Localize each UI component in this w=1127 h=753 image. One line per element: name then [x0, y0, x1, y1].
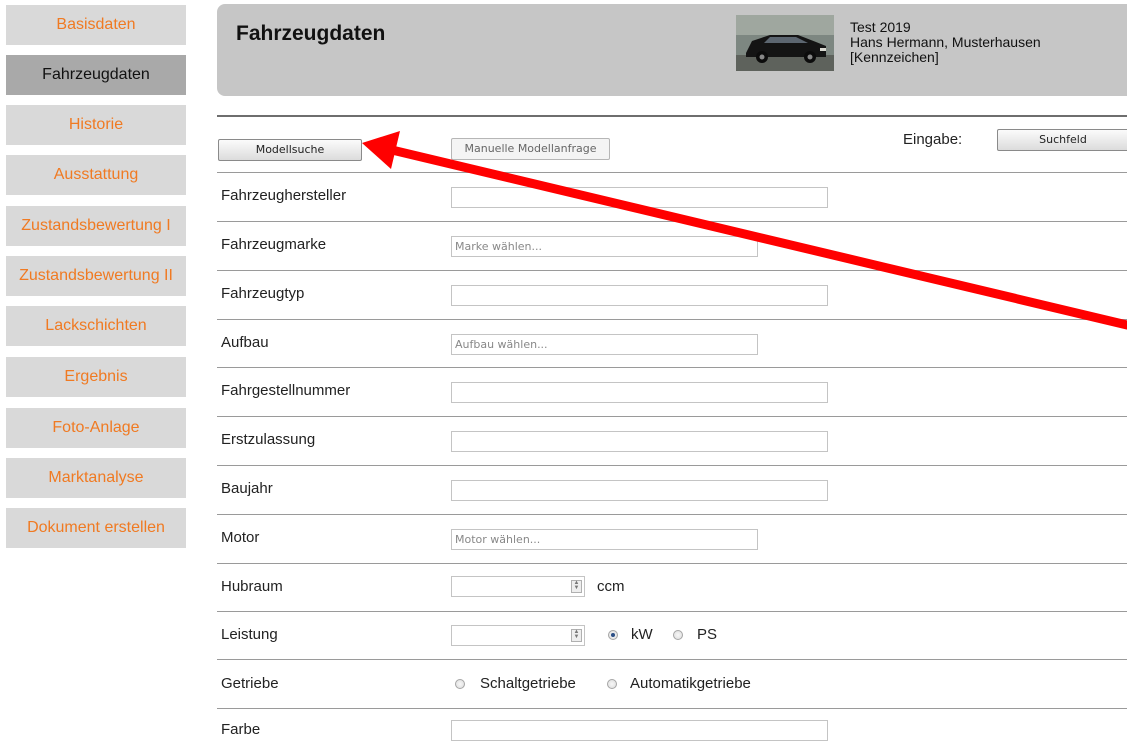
manufacturer-label: Fahrzeughersteller: [221, 187, 347, 204]
row-divider: [217, 416, 1127, 417]
year-label: Baujahr: [221, 480, 273, 497]
gearbox-auto-radio[interactable]: [607, 679, 617, 689]
vin-input[interactable]: [451, 382, 828, 403]
sidebar-item-lackschichten[interactable]: Lackschichten: [6, 306, 186, 346]
row-divider: [217, 708, 1127, 709]
registration-label: Erstzulassung: [221, 431, 316, 448]
vehicle-summary: Test 2019 Hans Hermann, Musterhausen [Ke…: [850, 20, 1041, 65]
sidebar-item-foto-anlage[interactable]: Foto-Anlage: [6, 408, 186, 448]
power-label: Leistung: [221, 626, 278, 643]
car-photo-icon: [736, 15, 834, 71]
report-name: Test 2019: [850, 19, 911, 35]
gearbox-manual-radio[interactable]: [455, 679, 465, 689]
brand-select[interactable]: Marke wählen...: [451, 236, 758, 257]
sidebar-item-marktanalyse[interactable]: Marktanalyse: [6, 458, 186, 498]
model-search-button[interactable]: Modellsuche: [218, 139, 362, 161]
power-kw-radio[interactable]: [608, 630, 618, 640]
gearbox-manual-label: Schaltgetriebe: [480, 675, 576, 692]
engine-label: Motor: [221, 529, 260, 546]
registration-input[interactable]: [451, 431, 828, 452]
type-label: Fahrzeugtyp: [221, 285, 305, 302]
power-kw-label: kW: [631, 626, 653, 643]
color-input[interactable]: [451, 720, 828, 741]
manufacturer-input[interactable]: [451, 187, 828, 208]
spinner-arrows-icon[interactable]: ▲ ▼: [571, 629, 582, 642]
spinner-arrows-icon[interactable]: ▲ ▼: [571, 580, 582, 593]
body-select[interactable]: Aufbau wählen...: [451, 334, 758, 355]
row-divider: [217, 367, 1127, 368]
gearbox-label: Getriebe: [221, 675, 279, 692]
sidebar-item-fahrzeugdaten[interactable]: Fahrzeugdaten: [6, 55, 186, 95]
power-ps-label: PS: [697, 626, 718, 643]
displacement-label: Hubraum: [221, 578, 283, 595]
page-title: Fahrzeugdaten: [236, 22, 386, 45]
row-divider: [217, 221, 1127, 222]
row-divider: [217, 319, 1127, 320]
row-divider: [217, 659, 1127, 660]
displacement-unit: ccm: [597, 578, 625, 595]
sidebar-item-zustandsbewertung-1[interactable]: Zustandsbewertung I: [6, 206, 186, 246]
input-mode-label: Eingabe:: [903, 131, 963, 148]
year-input[interactable]: [451, 480, 828, 501]
sidebar-item-dokument-erstellen[interactable]: Dokument erstellen: [6, 508, 186, 548]
row-divider: [217, 172, 1127, 173]
body-label: Aufbau: [221, 334, 269, 351]
page-header: Fahrzeugdaten Test 2019 Hans Hermann, Mu…: [217, 4, 1127, 96]
row-divider: [217, 465, 1127, 466]
row-divider: [217, 563, 1127, 564]
type-input[interactable]: [451, 285, 828, 306]
displacement-stepper[interactable]: ▲ ▼: [451, 576, 585, 597]
power-ps-radio[interactable]: [673, 630, 683, 640]
row-divider: [217, 270, 1127, 271]
license-plate: [Kennzeichen]: [850, 49, 939, 65]
power-stepper[interactable]: ▲ ▼: [451, 625, 585, 646]
vehicle-thumbnail: [736, 15, 834, 71]
row-divider: [217, 611, 1127, 612]
manual-model-request-button[interactable]: Manuelle Modellanfrage: [451, 138, 610, 160]
owner-name: Hans Hermann, Musterhausen: [850, 34, 1041, 50]
color-label: Farbe: [221, 721, 261, 738]
sidebar-item-zustandsbewertung-2[interactable]: Zustandsbewertung II: [6, 256, 186, 296]
sidebar-item-historie[interactable]: Historie: [6, 105, 186, 145]
search-field-button[interactable]: Suchfeld: [997, 129, 1127, 151]
row-divider: [217, 514, 1127, 515]
toolbar-divider: [217, 115, 1127, 117]
vin-label: Fahrgestellnummer: [221, 382, 351, 399]
sidebar-item-ergebnis[interactable]: Ergebnis: [6, 357, 186, 397]
sidebar-item-ausstattung[interactable]: Ausstattung: [6, 155, 186, 195]
sidebar-item-basisdaten[interactable]: Basisdaten: [6, 5, 186, 45]
brand-label: Fahrzeugmarke: [221, 236, 327, 253]
engine-select[interactable]: Motor wählen...: [451, 529, 758, 550]
gearbox-auto-label: Automatikgetriebe: [630, 675, 751, 692]
